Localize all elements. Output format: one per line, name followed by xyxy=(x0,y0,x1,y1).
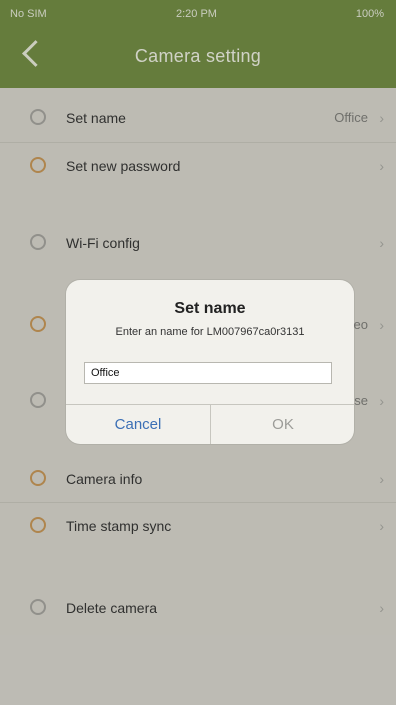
dialog-message: Enter an name for LM007967ca0r3131 xyxy=(115,326,305,338)
ok-button[interactable]: OK xyxy=(211,405,355,444)
dialog-title: Set name xyxy=(174,300,246,317)
name-input[interactable] xyxy=(84,362,332,384)
cancel-button[interactable]: Cancel xyxy=(66,405,210,444)
set-name-dialog: Set name Enter an name for LM007967ca0r3… xyxy=(66,280,354,444)
